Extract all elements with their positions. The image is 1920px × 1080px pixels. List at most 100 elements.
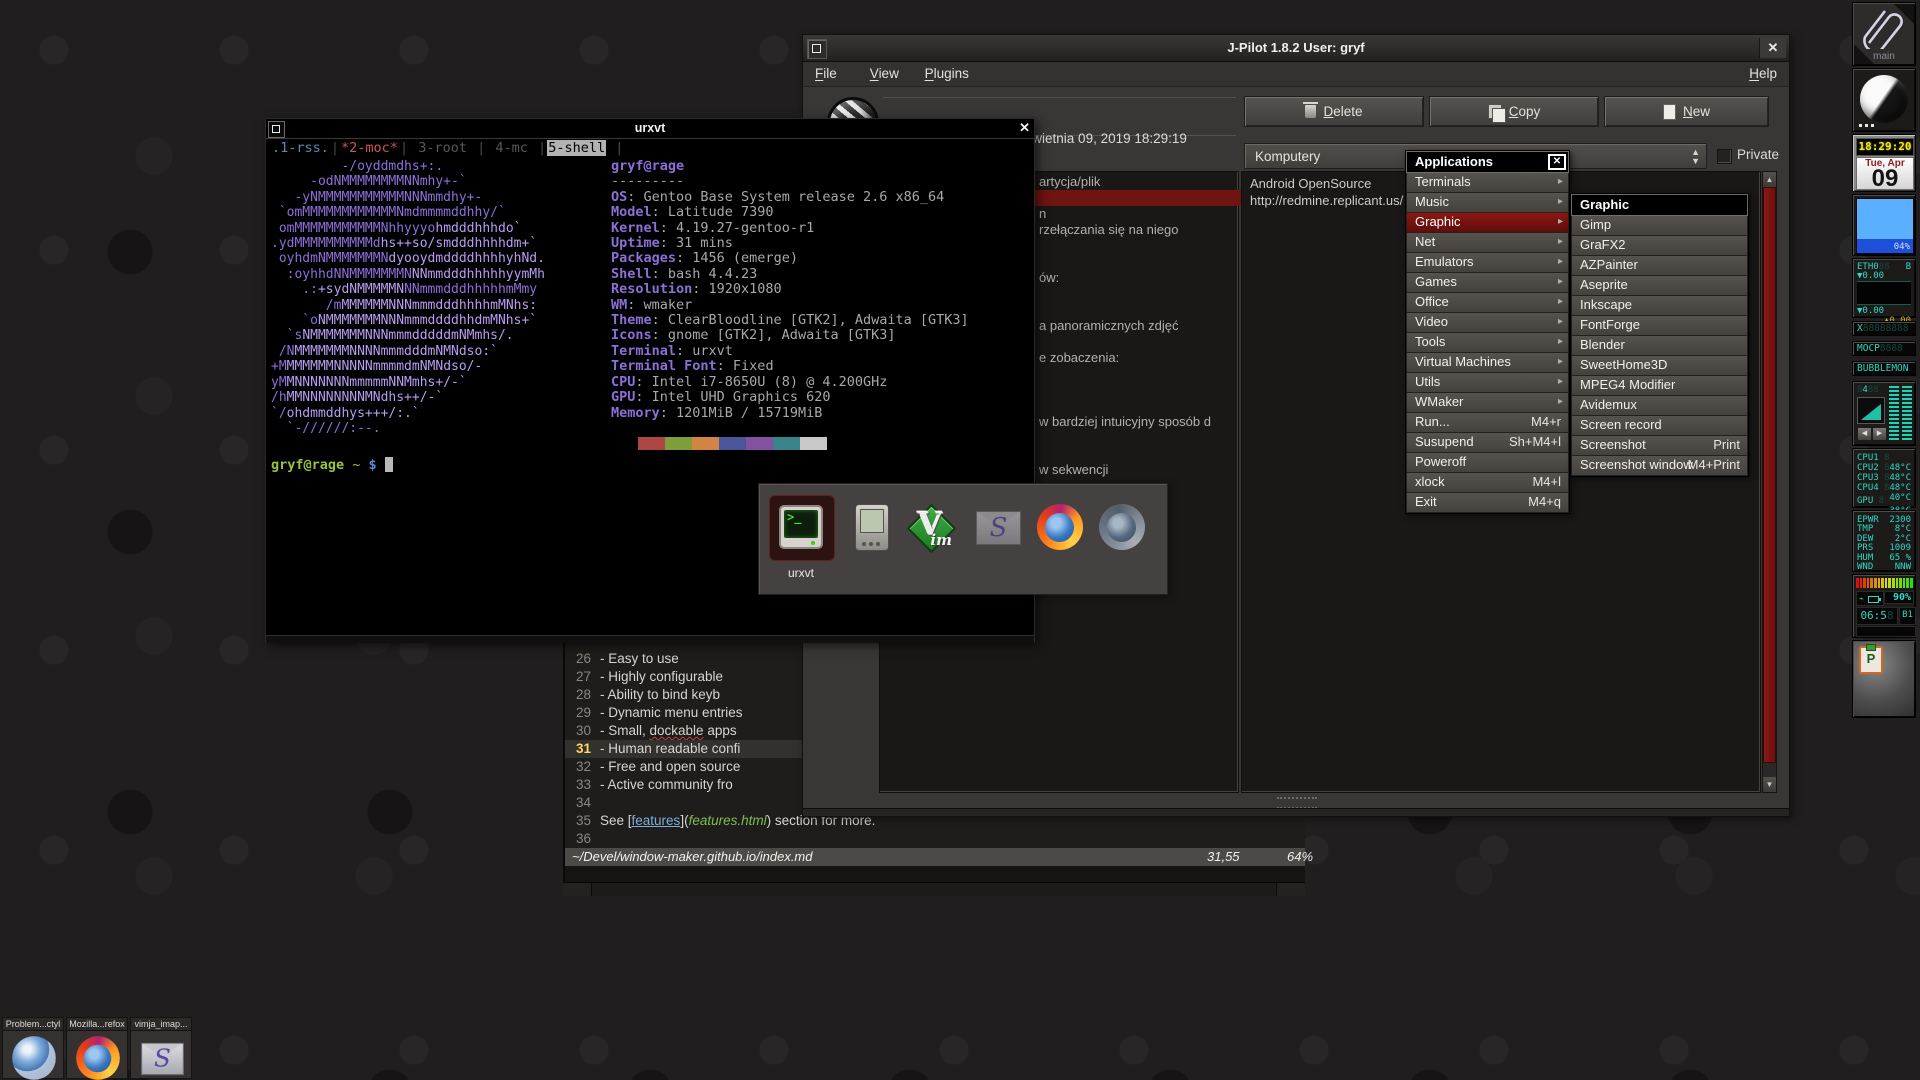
mixer-dockapp[interactable]: 8488 ◀ ▶ [1852, 381, 1916, 446]
menu-item-exit[interactable]: ExitM4+q [1406, 493, 1569, 513]
clip-dockapp[interactable]: main [1852, 2, 1916, 66]
menu-item-utils[interactable]: Utils▸ [1406, 373, 1569, 393]
menu-item-inkscape[interactable]: Inkscape [1571, 296, 1748, 316]
tmux-tab[interactable]: .1-rss. [271, 140, 330, 156]
lcd-panel-x[interactable]: X88888888 [1852, 321, 1916, 336]
sylpheed-icon[interactable]: S [974, 503, 1022, 551]
temperature-dockapp[interactable]: CPU1 8 48°CCPU2 8 48°CCPU3 8 48°CCPU4 8 … [1852, 448, 1916, 508]
meter-dockapp[interactable]: 04% [1852, 194, 1916, 256]
menu-help[interactable]: Help [1749, 66, 1777, 81]
scrollbar-thumb[interactable] [1763, 187, 1776, 763]
vim-filename: ~/Devel/window-maker.github.io/index.md [572, 848, 813, 866]
graphic-submenu-title[interactable]: Graphic [1571, 194, 1748, 216]
menu-file[interactable]: File [815, 66, 837, 81]
vim-window-resizebar[interactable] [563, 882, 1305, 896]
menu-item-blender[interactable]: Blender [1571, 336, 1748, 356]
urxvt-window-resizebar[interactable] [266, 635, 1034, 643]
firefox-icon[interactable] [1036, 503, 1084, 551]
volume-gauge[interactable] [1857, 397, 1885, 424]
tmux-tab[interactable]: 3-root [409, 140, 476, 156]
menu-item-poweroff[interactable]: Poweroff [1406, 453, 1569, 473]
miniwindow-1[interactable]: Problem...ctyl [2, 1017, 64, 1079]
copy-button[interactable]: Copy [1429, 96, 1599, 127]
menu-item-graphic[interactable]: Graphic▸ [1406, 213, 1569, 233]
applications-menu-title[interactable]: Applications ✕ [1406, 151, 1569, 173]
menu-item-fontforge[interactable]: FontForge [1571, 316, 1748, 336]
battery-dockapp[interactable]: ⌁ 90% 06:58 B1 [1852, 574, 1916, 638]
menu-item-sweethome3d[interactable]: SweetHome3D [1571, 356, 1748, 376]
menu-item-emulators[interactable]: Emulators▸ [1406, 253, 1569, 273]
menu-item-avidemux[interactable]: Avidemux [1571, 396, 1748, 416]
miniwindow-3[interactable]: vimja_imap...S [130, 1017, 192, 1079]
menu-item-gimp[interactable]: Gimp [1571, 216, 1748, 236]
tmux-tab[interactable]: 5-shell [547, 140, 606, 156]
close-icon[interactable]: ✕ [1759, 38, 1786, 58]
network-dockapp[interactable]: ETH088B ▼0.00▲0.00 ▼0.00▲0.00 [1852, 258, 1916, 318]
jpilot-icon[interactable] [848, 503, 896, 551]
private-checkbox[interactable] [1717, 149, 1732, 164]
menu-item-video[interactable]: Video▸ [1406, 313, 1569, 333]
jpilot-window-resizebar[interactable] [803, 808, 1789, 816]
tmux-tab-bar[interactable]: .1-rss.|*2-moc*| 3-root | 4-mc |5-shell … [271, 140, 624, 156]
menu-item-tools[interactable]: Tools▸ [1406, 333, 1569, 353]
menu-item-grafx2[interactable]: GraFX2 [1571, 236, 1748, 256]
menu-item-virtual-machines[interactable]: Virtual Machines▸ [1406, 353, 1569, 373]
close-icon[interactable]: ✕ [1548, 154, 1566, 170]
mixer-prev-button[interactable]: ◀ [1857, 427, 1872, 441]
tmux-tab[interactable]: | [330, 140, 340, 156]
mixer-level-left [1889, 386, 1899, 440]
battery-icon [1868, 596, 1879, 603]
menu-item-wmaker[interactable]: WMaker▸ [1406, 393, 1569, 413]
menu-item-susupend[interactable]: SusupendSh+M4+l [1406, 433, 1569, 453]
jpilot-titlebar[interactable]: J-Pilot 1.8.2 User: gryf ✕ [803, 35, 1789, 62]
submenu-arrow-icon: ▸ [1558, 213, 1563, 231]
menu-item-aseprite[interactable]: Aseprite [1571, 276, 1748, 296]
clip-prev-arrow[interactable] [1854, 44, 1874, 64]
menu-view[interactable]: View [870, 66, 899, 81]
net-graph [1857, 281, 1911, 305]
scroll-up-icon[interactable]: ▲ [1763, 172, 1776, 187]
menu-item-net[interactable]: Net▸ [1406, 233, 1569, 253]
miniwindow-2[interactable]: Mozilla...refox [66, 1017, 128, 1079]
weather-dockapp[interactable]: EPWR2300TMP8°CDEW2°CPRS1009HUM65 %WNDNNW [1852, 510, 1916, 572]
lcd-panel-bubblemon[interactable]: BUBBLEMON [1852, 361, 1916, 376]
menu-item-azpainter[interactable]: AZPainter [1571, 256, 1748, 276]
firefox-ghost-icon[interactable] [1098, 503, 1146, 551]
lcd-panel-mocp[interactable]: MOCP8888 [1852, 341, 1916, 356]
features-link[interactable]: features [632, 813, 681, 828]
shell-prompt[interactable]: gryf@rage ~ $ [271, 457, 393, 473]
menu-item-music[interactable]: Music▸ [1406, 193, 1569, 213]
new-button[interactable]: New [1604, 96, 1769, 127]
menu-item-run-[interactable]: Run...M4+r [1406, 413, 1569, 433]
menu-item-terminals[interactable]: Terminals▸ [1406, 173, 1569, 193]
delete-button[interactable]: Delete [1244, 96, 1424, 127]
chevron-updown-icon[interactable]: ▲▼ [1691, 148, 1700, 166]
clock-dockapp[interactable]: 18:29:20 Tue, Apr 09 [1852, 134, 1916, 192]
urxvt-titlebar[interactable]: urxvt ✕ [266, 119, 1034, 139]
menu-item-xlock[interactable]: xlockM4+l [1406, 473, 1569, 493]
vim-icon[interactable]: Vim [906, 503, 954, 551]
menu-item-screen-record[interactable]: Screen record [1571, 416, 1748, 436]
menu-plugins[interactable]: Plugins [925, 66, 969, 81]
menu-item-games[interactable]: Games▸ [1406, 273, 1569, 293]
scroll-down-icon[interactable]: ▼ [1763, 777, 1776, 792]
menu-item-screenshot-window[interactable]: Screenshot windowM4+Print [1571, 456, 1748, 476]
tmux-tab[interactable]: | [399, 140, 409, 156]
menu-item-mpeg4-modifier[interactable]: MPEG4 Modifier [1571, 376, 1748, 396]
tmux-tab[interactable]: | [476, 140, 486, 156]
close-icon[interactable]: ✕ [1019, 120, 1030, 136]
clip-next-arrow[interactable] [1894, 4, 1914, 24]
menu-item-screenshot[interactable]: ScreenshotPrint [1571, 436, 1748, 456]
memo-scrollbar[interactable]: ▲ ▼ [1762, 171, 1777, 793]
tmux-tab[interactable]: 4-mc [486, 140, 537, 156]
sphere-dockapp[interactable] [1852, 68, 1916, 132]
jpilot-menubar: File View Plugins Help [803, 62, 1789, 87]
category-value: Komputery [1255, 149, 1320, 164]
tmux-tab[interactable]: | [537, 140, 547, 156]
jpilot-dockapp[interactable]: P [1852, 640, 1916, 718]
urxvt-icon[interactable]: >_ [777, 503, 825, 551]
tmux-tab[interactable]: | [606, 140, 624, 156]
menu-item-office[interactable]: Office▸ [1406, 293, 1569, 313]
tmux-tab[interactable]: *2-moc* [340, 140, 399, 156]
mixer-next-button[interactable]: ▶ [1872, 427, 1887, 441]
